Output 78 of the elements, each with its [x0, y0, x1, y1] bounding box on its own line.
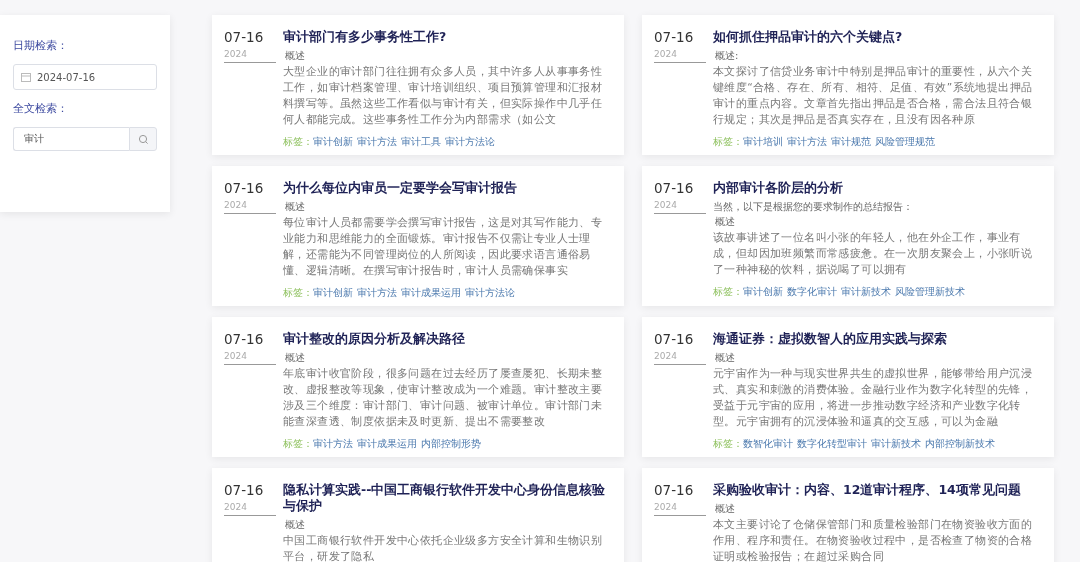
article-summary: 本文主要讨论了仓储保管部门和质量检验部门在物资验收方面的作用、程序和责任。在物资验收过程中，是否检查了物资的合格证明或检验报告；在超过采购合同 — [713, 517, 1034, 562]
article-date: 07-16 — [224, 331, 265, 347]
article-date: 07-16 — [224, 482, 265, 498]
article-date: 07-16 — [654, 180, 695, 196]
summary-label: 概述 — [284, 351, 306, 365]
tag-link[interactable]: 审计成果运用 — [357, 437, 417, 451]
tags-label: 标签： — [283, 286, 313, 300]
tags-label: 标签： — [713, 135, 743, 149]
tag-link[interactable]: 审计方法 — [357, 135, 397, 149]
tags-label: 标签： — [713, 285, 743, 299]
summary-label: 概述 — [284, 49, 306, 63]
tag-link[interactable]: 数字化转型审计 — [797, 437, 867, 451]
summary-label: 概述 — [714, 351, 736, 365]
tag-link[interactable]: 审计创新 — [743, 285, 783, 299]
article-year: 2024 — [654, 498, 706, 516]
article-title-link[interactable]: 隐私计算实践--中国工商银行软件开发中心身份信息核验与保护 — [283, 482, 612, 514]
article-date: 07-16 — [654, 29, 695, 45]
article-title-link[interactable]: 为什么每位内审员一定要学会写审计报告 — [283, 180, 612, 196]
search-button[interactable] — [129, 127, 157, 151]
article-summary: 年底审计收官阶段，很多问题在过去经历了屡查屡犯、长期未整改、虚报整改等现象，使审计整改成为一个难题。审计整改主要涉及三个维度：审计部门、审计问题、被审计单位。审计部门未能查深查透、制度依据未及时更新、提出不需要整改 — [283, 366, 604, 429]
article-title-link[interactable]: 采购验收审计：内容、12道审计程序、14项常见问题 — [713, 482, 1042, 498]
article-year: 2024 — [224, 45, 276, 63]
article-year: 2024 — [224, 196, 276, 214]
tag-link[interactable]: 审计方法 — [357, 286, 397, 300]
tag-link[interactable]: 审计工具 — [401, 135, 441, 149]
article-summary: 中国工商银行软件开发中心依托企业级多方安全计算和生物识别平台，研发了隐私 — [283, 533, 604, 562]
tag-link[interactable]: 审计新技术 — [841, 285, 891, 299]
tag-link[interactable]: 审计创新 — [313, 135, 353, 149]
tag-link[interactable]: 审计成果运用 — [401, 286, 461, 300]
fulltext-search-label: 全文检索： — [13, 102, 69, 116]
tag-link[interactable]: 数智化审计 — [743, 437, 793, 451]
summary-label: 概述 — [714, 215, 736, 229]
article-date: 07-16 — [224, 180, 265, 196]
tag-link[interactable]: 审计方法论 — [465, 286, 515, 300]
article-summary: 每位审计人员都需要学会撰写审计报告，这是对其写作能力、专业能力和思维能力的全面锻炼。审计报告不仅需让专业人士理解，还需能为不同管理岗位的人所阅读，因此要求语言通俗易懂、逻辑清晰。在撰写审计报告时，审计人员需确保事实 — [283, 215, 604, 278]
article-summary: 大型企业的审计部门往往拥有众多人员，其中许多人从事事务性工作，如审计档案管理、审计培训组织、项目预算管理和汇报材料撰写等。虽然这些工作看似与审计有关，但实际操作中几乎任何人都能完成。这些事务性工作分为内部需求（如公文 — [283, 64, 604, 127]
tag-link[interactable]: 数字化审计 — [787, 285, 837, 299]
tags-label: 标签： — [283, 135, 313, 149]
article-title-link[interactable]: 内部审计各阶层的分析 — [713, 180, 1042, 196]
tag-link[interactable]: 审计创新 — [313, 286, 353, 300]
tag-link[interactable]: 审计培训 — [743, 135, 783, 149]
summary-label: 概述 — [714, 502, 736, 516]
tags-label: 标签： — [283, 437, 313, 451]
article-date: 07-16 — [224, 29, 265, 45]
article-year: 2024 — [654, 45, 706, 63]
tag-link[interactable]: 审计规范 — [831, 135, 871, 149]
tag-link[interactable]: 风险管理规范 — [875, 135, 935, 149]
article-intro: 当然，以下是根据您的要求制作的总结报告： — [713, 200, 914, 214]
search-icon — [137, 133, 149, 145]
article-year: 2024 — [654, 196, 706, 214]
summary-label: 概述 — [284, 200, 306, 214]
article-date: 07-16 — [654, 482, 695, 498]
tag-link[interactable]: 审计方法 — [787, 135, 827, 149]
article-summary: 元宇宙作为一种与现实世界共生的虚拟世界，能够带给用户沉浸式、真实和刺激的消费体验。金融行业作为数字化转型的先锋，受益于元宇宙的应用，将进一步推动数字经济和产业数字化转型。元宇宙拥有的沉浸体验和逼真的交互感，可以为金融 — [713, 366, 1034, 429]
article-year: 2024 — [224, 498, 276, 516]
search-field[interactable]: 审计 — [13, 127, 129, 151]
date-value: 2024-07-16 — [37, 71, 96, 83]
article-title-link[interactable]: 海通证券：虚拟数智人的应用实践与探索 — [713, 331, 1042, 347]
summary-label: 概述: — [714, 49, 740, 63]
tag-link[interactable]: 审计方法论 — [445, 135, 495, 149]
summary-label: 概述 — [284, 518, 306, 532]
article-title-link[interactable]: 审计部门有多少事务性工作? — [283, 29, 612, 45]
date-field[interactable]: 2024-07-16 — [13, 64, 157, 90]
article-date: 07-16 — [654, 331, 695, 347]
article-year: 2024 — [654, 347, 706, 365]
tag-link[interactable]: 内部控制形势 — [421, 437, 481, 451]
date-search-label: 日期检索： — [13, 39, 69, 53]
article-summary: 本文探讨了信贷业务审计中特别是押品审计的重要性，从六个关键维度“合格、存在、所有、相符、足值、有效”系统地提出押品审计的重点内容。文章首先指出押品是否合格，需合法且符合银行规定；其次是押品是否真实存在，且没有因各种原 — [713, 64, 1034, 127]
tag-link[interactable]: 内部控制新技术 — [925, 437, 995, 451]
tags-label: 标签： — [713, 437, 743, 451]
tag-link[interactable]: 审计方法 — [313, 437, 353, 451]
article-title-link[interactable]: 审计整改的原因分析及解决路径 — [283, 331, 612, 347]
article-summary: 该故事讲述了一位名叫小张的年轻人，他在外企工作，事业有成，但却因加班频繁而常感疲惫。在一次朋友聚会上，小张听说了一种神秘的饮料，据说喝了可以拥有 — [713, 230, 1034, 277]
article-year: 2024 — [224, 347, 276, 365]
calendar-icon — [21, 72, 31, 82]
article-title-link[interactable]: 如何抓住押品审计的六个关键点? — [713, 29, 1042, 45]
tag-link[interactable]: 审计新技术 — [871, 437, 921, 451]
tag-link[interactable]: 风险管理新技术 — [895, 285, 965, 299]
